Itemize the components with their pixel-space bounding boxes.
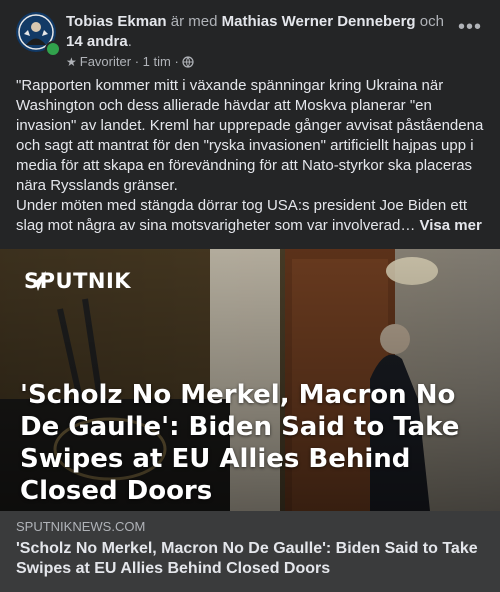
globe-icon[interactable] <box>182 55 195 73</box>
post-paragraph-text: Under möten med stängda dörrar tog USA:s… <box>16 197 468 234</box>
link-title[interactable]: 'Scholz No Merkel, Macron No De Gaulle':… <box>16 539 486 579</box>
with-text: är med <box>170 13 218 30</box>
post-author-line: Tobias Ekman är med Mathias Werner Denne… <box>66 12 448 52</box>
see-more-link[interactable]: Visa mer <box>420 217 482 234</box>
link-domain: SPUTNIKNEWS.COM <box>16 519 146 534</box>
star-icon: ★ <box>66 55 77 69</box>
post-header: Tobias Ekman är med Mathias Werner Denne… <box>16 12 484 69</box>
tagged-person-link[interactable]: Mathias Werner Denneberg <box>222 13 416 30</box>
meta-separator: · <box>134 54 140 69</box>
period-text: . <box>127 33 132 50</box>
link-preview-image[interactable]: SPUTNIK 'Scholz No Merkel, Macron No De … <box>0 249 500 511</box>
sputnik-logo: SPUTNIK <box>24 269 131 297</box>
post-meta: ★ Favoriter · 1 tim · <box>66 53 448 73</box>
author-name-link[interactable]: Tobias Ekman <box>66 13 167 30</box>
post-time-link[interactable]: 1 tim <box>143 54 171 69</box>
audience-label[interactable]: Favoriter <box>80 54 131 69</box>
post-text: "Rapporten kommer mitt i växande spännin… <box>16 76 486 236</box>
image-headline: 'Scholz No Merkel, Macron No De Gaulle':… <box>20 380 460 506</box>
and-text: och <box>419 13 444 30</box>
sputnik-logo-icon <box>26 271 46 291</box>
link-preview-footer[interactable]: SPUTNIKNEWS.COM 'Scholz No Merkel, Macro… <box>0 511 500 592</box>
online-status-indicator <box>45 41 61 57</box>
post-card: Tobias Ekman är med Mathias Werner Denne… <box>0 0 500 592</box>
meta-separator: · <box>174 54 179 69</box>
others-link[interactable]: 14 andra <box>66 33 128 50</box>
post-header-text: Tobias Ekman är med Mathias Werner Denne… <box>66 12 448 73</box>
post-paragraph: Under möten med stängda dörrar tog USA:s… <box>16 196 486 236</box>
more-options-icon[interactable]: ••• <box>456 17 484 46</box>
post-paragraph: "Rapporten kommer mitt i växande spännin… <box>16 77 484 194</box>
